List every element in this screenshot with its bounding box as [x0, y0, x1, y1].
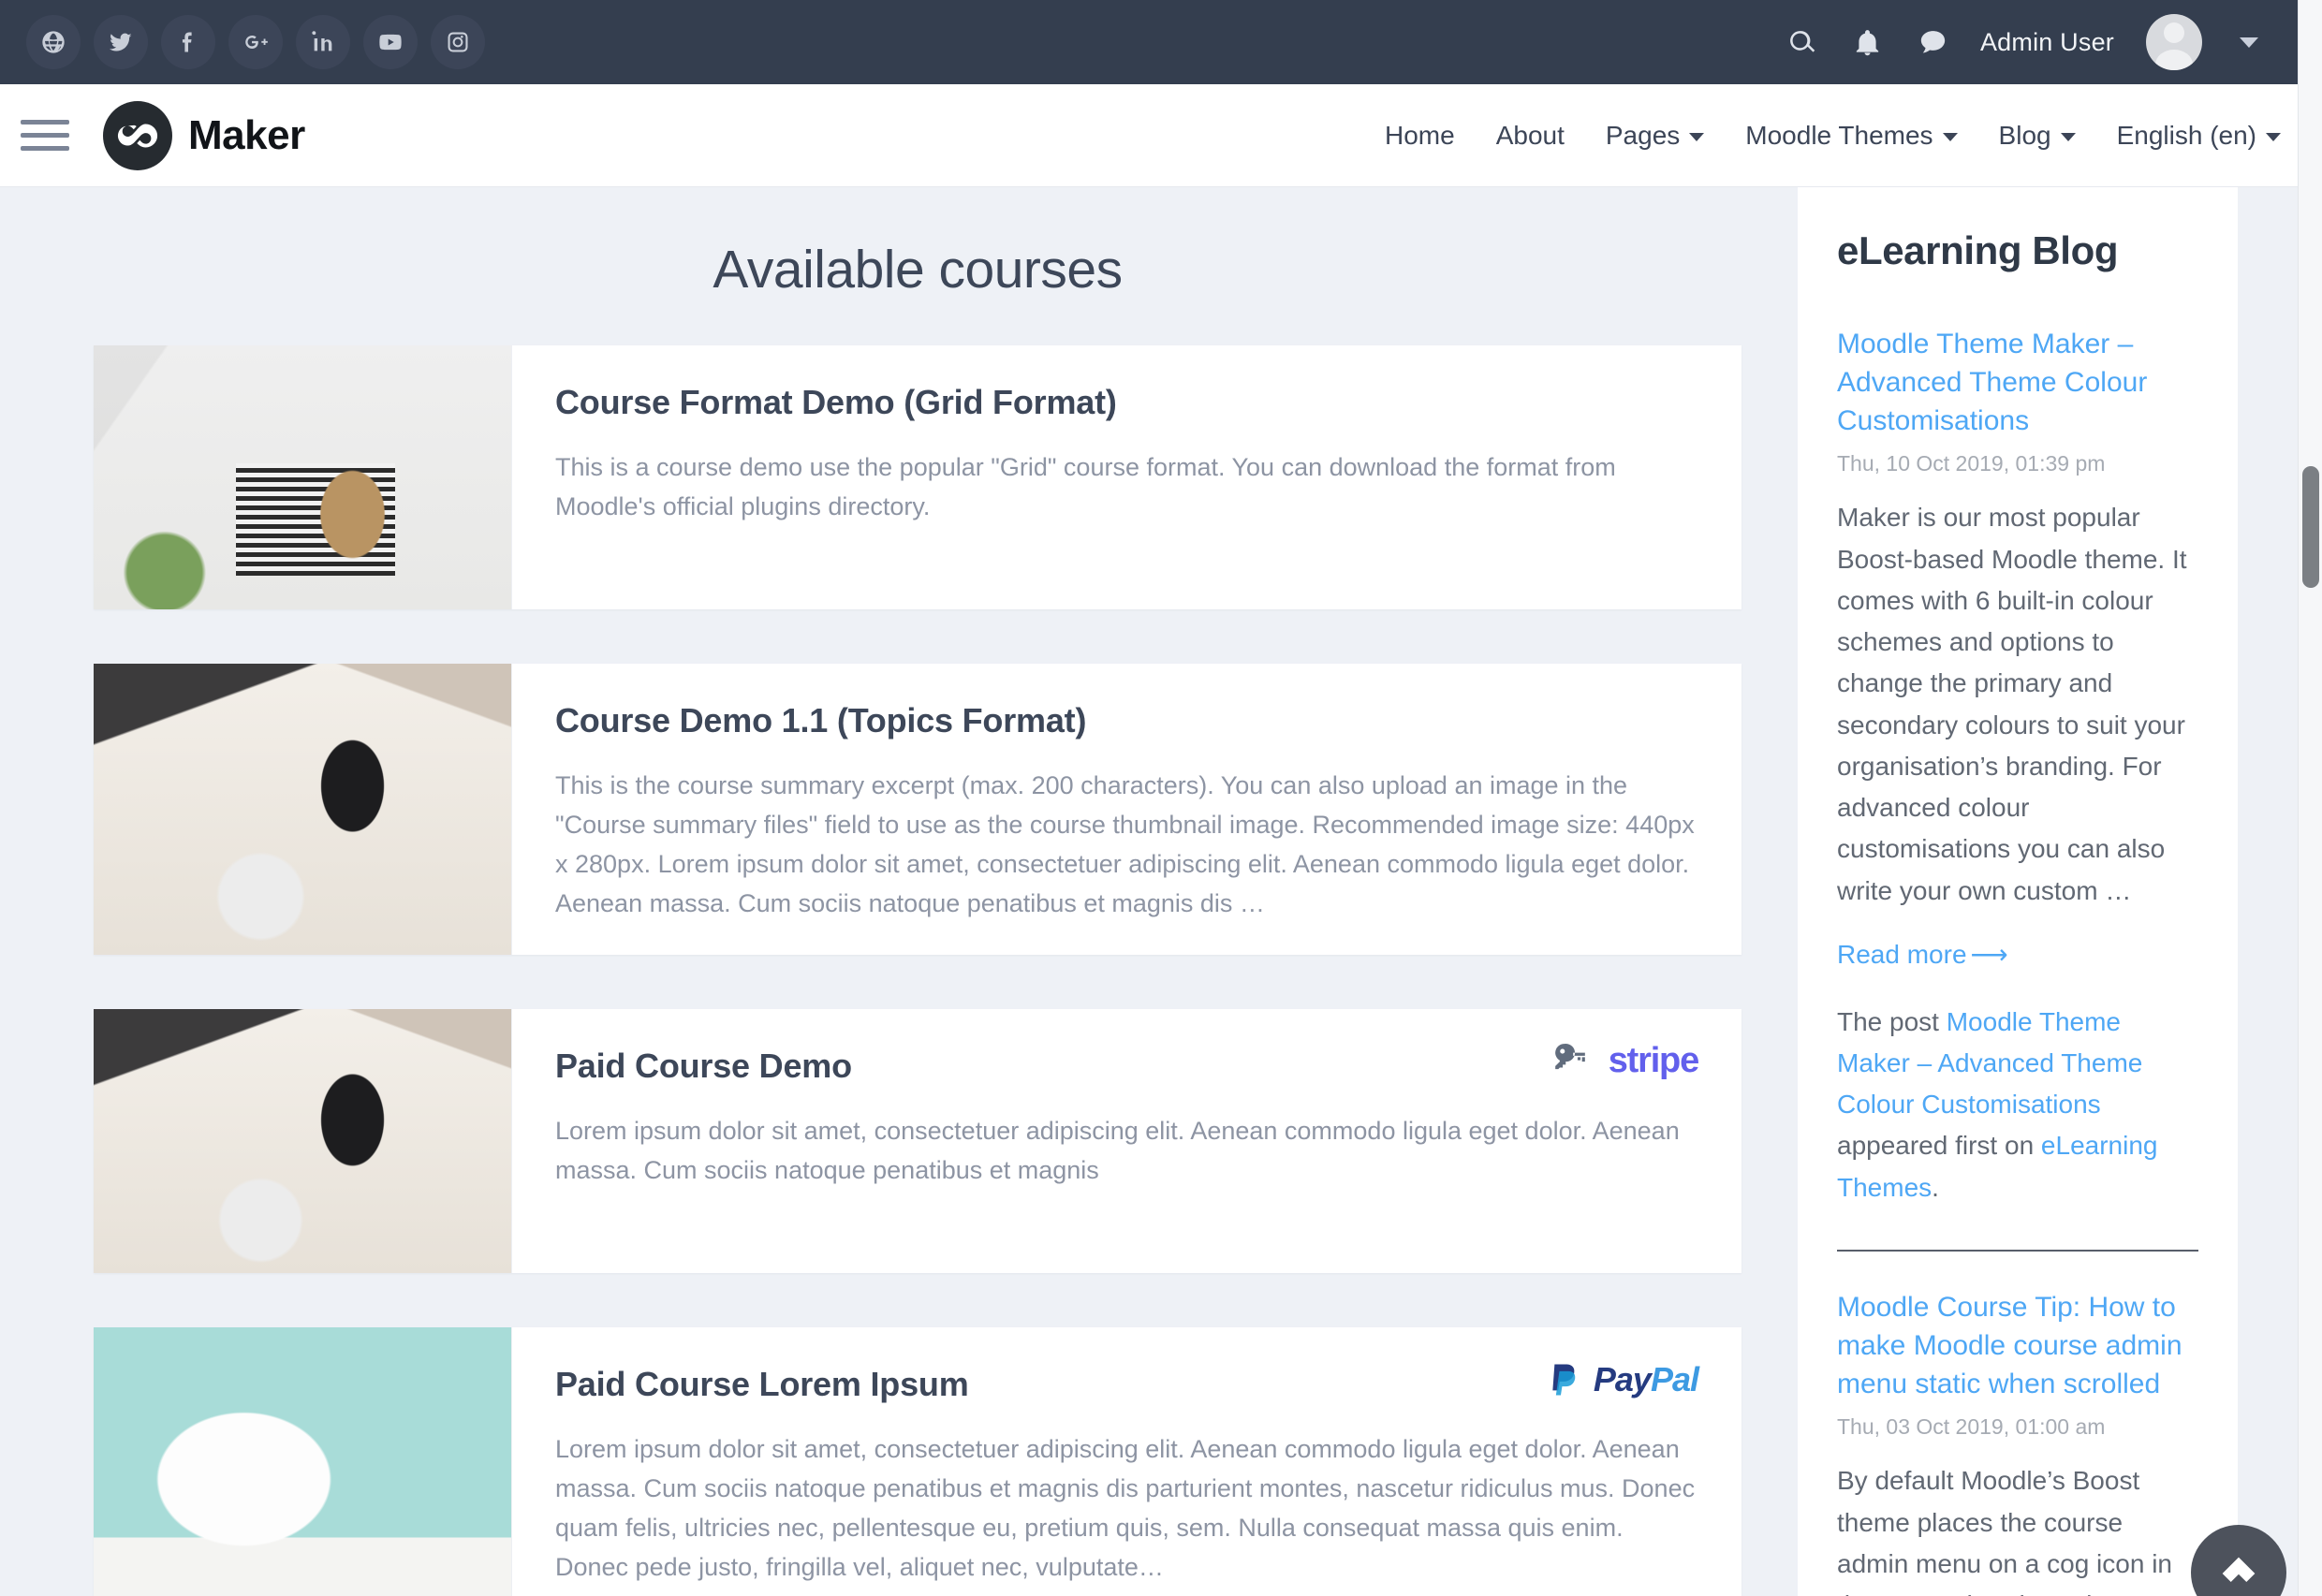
- twitter-icon[interactable]: [94, 15, 148, 69]
- blog-post-attribution: The post Moodle Theme Maker – Advanced T…: [1837, 1002, 2198, 1208]
- payment-badge-stripe: stripe: [1552, 1041, 1699, 1081]
- nav-item-blog[interactable]: Blog: [1999, 121, 2076, 151]
- course-thumbnail-image: [94, 1327, 512, 1596]
- blog-post-title-link[interactable]: Moodle Theme Maker – Advanced Theme Colo…: [1837, 326, 2198, 440]
- scrollbar-thumb[interactable]: [2302, 466, 2319, 588]
- topbar-user-area: Admin User: [1784, 14, 2285, 70]
- blog-post-excerpt: Maker is our most popular Boost-based Mo…: [1837, 503, 2187, 905]
- read-more-label: Read more: [1837, 939, 1967, 969]
- message-icon[interactable]: [1915, 23, 1952, 61]
- chevron-up-icon: [2222, 1557, 2256, 1583]
- payment-badge-paypal: PayPal: [1544, 1359, 1699, 1400]
- paypal-p-icon: [1552, 1364, 1576, 1396]
- course-summary: Lorem ipsum dolor sit amet, consectetuer…: [555, 1117, 1680, 1185]
- main-navigation: Home About Pages Moodle Themes Blog Engl…: [1385, 121, 2281, 151]
- arrow-right-icon: ⟶: [1970, 939, 2008, 969]
- chevron-down-icon: [1689, 133, 1705, 141]
- blog-post-title-link[interactable]: Moodle Course Tip: How to make Moodle co…: [1837, 1289, 2198, 1403]
- blog-post: Moodle Course Tip: How to make Moodle co…: [1837, 1289, 2198, 1596]
- globe-icon[interactable]: [26, 15, 81, 69]
- vertical-scrollbar[interactable]: [2298, 0, 2322, 1596]
- brand-logo[interactable]: Maker: [103, 100, 305, 170]
- chevron-down-icon: [2060, 133, 2076, 141]
- nav-label: English (en): [2116, 120, 2256, 150]
- nav-item-about[interactable]: About: [1496, 121, 1565, 151]
- stripe-logo: stripe: [1608, 1041, 1699, 1081]
- paypal-text-pay: Pay: [1593, 1360, 1652, 1399]
- course-title[interactable]: Paid Course Lorem Ipsum: [555, 1365, 1698, 1404]
- nav-label: Moodle Themes: [1745, 120, 1933, 150]
- nav-label: Pages: [1605, 120, 1681, 150]
- course-card-body: stripe Paid Course Demo Lorem ipsum dolo…: [512, 1009, 1742, 1273]
- elearning-blog-panel: eLearning Blog Moodle Theme Maker – Adva…: [1798, 187, 2238, 1596]
- key-icon: [1552, 1041, 1588, 1081]
- attrib-prefix: The post: [1837, 1006, 1947, 1036]
- course-card[interactable]: Course Demo 1.1 (Topics Format) This is …: [94, 664, 1742, 956]
- chevron-down-icon: [1942, 133, 1958, 141]
- course-thumbnail-image: [94, 664, 512, 956]
- course-thumbnail-image: [94, 1009, 512, 1274]
- site-navbar: Maker Home About Pages Moodle Themes Blo…: [0, 84, 2322, 187]
- hamburger-menu-button[interactable]: [21, 120, 69, 151]
- layout-container: Available courses Course Format Demo (Gr…: [0, 187, 2322, 1596]
- facebook-icon[interactable]: [161, 15, 215, 69]
- nav-item-pages[interactable]: Pages: [1605, 120, 1705, 151]
- course-card-body: Course Demo 1.1 (Topics Format) This is …: [512, 664, 1742, 955]
- blog-post-excerpt: By default Moodle’s Boost theme places t…: [1837, 1466, 2172, 1596]
- nav-label: About: [1495, 120, 1565, 150]
- infinity-logo-icon: [103, 100, 172, 170]
- blog-post-date: Thu, 03 Oct 2019, 01:00 am: [1837, 1414, 2106, 1440]
- google-plus-icon[interactable]: [228, 15, 283, 69]
- paypal-wordmark: PayPal: [1593, 1360, 1699, 1399]
- chevron-down-icon: [2266, 133, 2281, 141]
- course-card-body: Course Format Demo (Grid Format) This is…: [512, 345, 1742, 609]
- divider: [1837, 1249, 2198, 1252]
- course-summary: This is the course summary excerpt (max.…: [555, 771, 1695, 917]
- course-thumbnail-image: [94, 345, 512, 609]
- linkedin-icon[interactable]: [296, 15, 350, 69]
- course-summary: Lorem ipsum dolor sit amet, consectetuer…: [555, 1435, 1696, 1581]
- course-title[interactable]: Course Demo 1.1 (Topics Format): [555, 701, 1698, 740]
- course-title[interactable]: Course Format Demo (Grid Format): [555, 383, 1698, 422]
- nav-item-moodle-themes[interactable]: Moodle Themes: [1745, 120, 1958, 151]
- course-card[interactable]: PayPal Paid Course Lorem Ipsum Lorem ips…: [94, 1327, 1742, 1596]
- blog-post: Moodle Theme Maker – Advanced Theme Colo…: [1837, 326, 2198, 1208]
- attrib-middle: appeared first on: [1837, 1131, 2041, 1161]
- search-icon[interactable]: [1784, 23, 1821, 61]
- read-more-link[interactable]: Read more ⟶: [1837, 940, 2008, 970]
- nav-label: Home: [1385, 120, 1455, 150]
- blog-panel-heading: eLearning Blog: [1837, 228, 2119, 272]
- chevron-down-icon[interactable]: [2240, 37, 2258, 48]
- social-topbar: Admin User: [0, 0, 2322, 84]
- blog-post-date: Thu, 10 Oct 2019, 01:39 pm: [1837, 451, 2106, 476]
- paypal-logo: PayPal: [1544, 1359, 1699, 1400]
- nav-item-language[interactable]: English (en): [2117, 121, 2281, 151]
- courses-column: Available courses Course Format Demo (Gr…: [94, 187, 1742, 1596]
- bell-icon[interactable]: [1849, 23, 1887, 61]
- course-card[interactable]: Course Format Demo (Grid Format) This is…: [94, 345, 1742, 609]
- youtube-icon[interactable]: [363, 15, 418, 69]
- course-title[interactable]: Paid Course Demo: [555, 1047, 1698, 1086]
- course-card[interactable]: stripe Paid Course Demo Lorem ipsum dolo…: [94, 1009, 1742, 1274]
- nav-label: Blog: [1998, 120, 2051, 150]
- page-title: Available courses: [713, 240, 1123, 300]
- sidebar-column: eLearning Blog Moodle Theme Maker – Adva…: [1798, 187, 2238, 1596]
- admin-user-name: Admin User: [1979, 27, 2114, 56]
- course-card-body: PayPal Paid Course Lorem Ipsum Lorem ips…: [512, 1327, 1742, 1596]
- instagram-icon[interactable]: [431, 15, 485, 69]
- avatar[interactable]: [2146, 14, 2202, 70]
- brand-name: Maker: [188, 111, 305, 158]
- course-summary: This is a course demo use the popular "G…: [555, 453, 1616, 520]
- paypal-text-pal: Pal: [1650, 1360, 1699, 1399]
- page-body: Available courses Course Format Demo (Gr…: [0, 187, 2322, 1596]
- attrib-suffix: .: [1932, 1172, 1939, 1202]
- social-links: [26, 15, 485, 69]
- nav-item-home[interactable]: Home: [1385, 121, 1455, 151]
